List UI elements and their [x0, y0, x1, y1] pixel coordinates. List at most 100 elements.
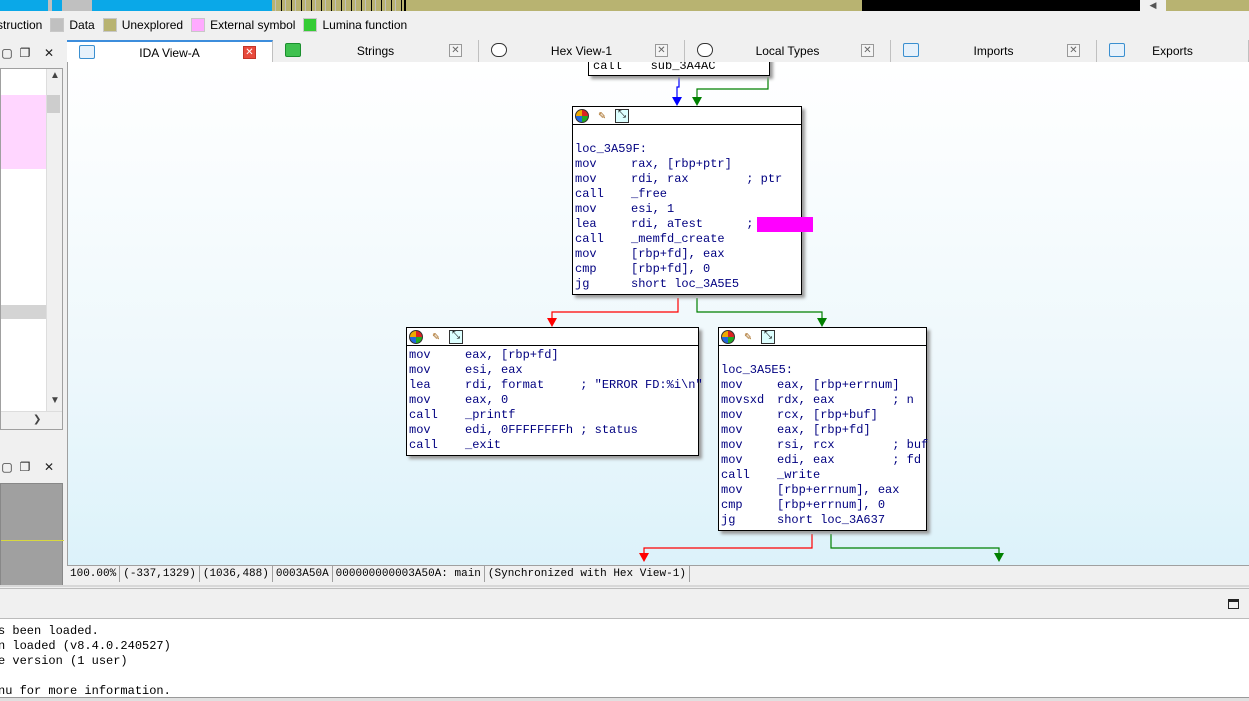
code-line[interactable]: jg short loc_3A5E5: [575, 277, 801, 292]
operands[interactable]: _write: [777, 468, 820, 482]
operands[interactable]: [rbp+errnum], eax: [777, 483, 899, 497]
code-line[interactable]: mov edi, 0FFFFFFFFh ; status: [409, 423, 698, 438]
operands[interactable]: edi, 0FFFFFFFFh ; status: [465, 423, 638, 437]
mnemonic[interactable]: mov: [575, 202, 631, 217]
tab-close-icon[interactable]: ✕: [449, 44, 462, 57]
mnemonic[interactable]: jg: [575, 277, 631, 292]
vertical-scrollbar[interactable]: ▲ ▼: [46, 69, 62, 411]
code-block-top[interactable]: call sub_3A4AC: [588, 62, 770, 76]
mnemonic[interactable]: mov: [575, 247, 631, 262]
operands[interactable]: eax, [rbp+fd]: [465, 348, 559, 362]
mnemonic[interactable]: mov: [721, 378, 777, 393]
tab-local-types[interactable]: Local Types ✕: [685, 40, 891, 62]
code-line[interactable]: mov rdi, rax ; ptr: [575, 172, 801, 187]
nav-scroll-left-icon[interactable]: ◀: [1140, 0, 1166, 11]
scroll-right-icon[interactable]: ❯: [33, 414, 41, 425]
operands[interactable]: esi, 1: [631, 202, 674, 216]
operands[interactable]: _printf: [465, 408, 515, 422]
code-line[interactable]: mov [rbp+errnum], eax: [721, 483, 926, 498]
code-block-loc-3a5e5[interactable]: ✎ ⤡ loc_3A5E5: mov eax, [rbp+errnum] movsxd…: [718, 327, 928, 531]
code-line[interactable]: [721, 348, 926, 363]
operands[interactable]: rdi, format ; "ERROR FD:%i\n": [465, 378, 703, 392]
operands[interactable]: rdx, eax ; n: [777, 393, 914, 407]
tab-close-icon[interactable]: ✕: [655, 44, 668, 57]
mnemonic[interactable]: mov: [575, 172, 631, 187]
tab-close-icon[interactable]: ✕: [1067, 44, 1080, 57]
mnemonic[interactable]: cmp: [575, 262, 631, 277]
code-line[interactable]: [575, 127, 801, 142]
navigation-band[interactable]: ◀: [0, 0, 1249, 11]
close-icon[interactable]: ✕: [42, 460, 56, 474]
mnemonic[interactable]: cmp: [721, 498, 777, 513]
output-window[interactable]: s been loaded. n loaded (v8.4.0.240527) e …: [0, 618, 1249, 698]
rename-icon[interactable]: ✎: [595, 109, 609, 123]
float-icon[interactable]: ❐: [18, 460, 32, 474]
panel-menu-icon[interactable]: ▢: [0, 460, 14, 474]
code-line[interactable]: mov edi, eax ; fd: [721, 453, 926, 468]
color-picker-icon[interactable]: [409, 330, 423, 344]
code-line[interactable]: movsxd rdx, eax ; n: [721, 393, 926, 408]
operands[interactable]: _memfd_create: [631, 232, 725, 246]
splitter[interactable]: [0, 585, 1249, 587]
operands[interactable]: edi, eax ; fd: [777, 453, 921, 467]
tab-imports[interactable]: Imports ✕: [891, 40, 1097, 62]
code-line[interactable]: call _free: [575, 187, 801, 202]
operands[interactable]: rdi, aTest ;: [631, 217, 753, 231]
mnemonic[interactable]: mov: [721, 423, 777, 438]
mnemonic[interactable]: lea: [575, 217, 631, 232]
mnemonic[interactable]: mov: [409, 363, 465, 378]
mnemonic[interactable]: mov: [721, 438, 777, 453]
operands[interactable]: short loc_3A5E5: [631, 277, 739, 291]
maximize-icon[interactable]: [1228, 599, 1239, 609]
graph-view[interactable]: call sub_3A4AC ✎ ⤡ loc_3A59F: mov rax, [rb…: [67, 62, 1249, 565]
group-nodes-icon[interactable]: ⤡: [615, 109, 629, 123]
rename-icon[interactable]: ✎: [741, 330, 755, 344]
functions-list[interactable]: ▲ ▼ ❯: [0, 68, 63, 430]
code-line[interactable]: call _memfd_create: [575, 232, 801, 247]
panel-menu-icon[interactable]: ▢: [0, 46, 14, 60]
mnemonic[interactable]: call: [721, 468, 777, 483]
operands[interactable]: eax, [rbp+fd]: [777, 423, 871, 437]
code-line[interactable]: lea rdi, format ; "ERROR FD:%i\n": [409, 378, 703, 393]
code-line[interactable]: mov rsi, rcx ; buf: [721, 438, 928, 453]
code-line[interactable]: call _exit: [409, 438, 698, 453]
mnemonic[interactable]: call: [409, 438, 465, 453]
color-picker-icon[interactable]: [721, 330, 735, 344]
operands[interactable]: short loc_3A637: [777, 513, 885, 527]
mnemonic[interactable]: call: [575, 187, 631, 202]
code-label[interactable]: loc_3A5E5:: [721, 363, 793, 377]
operands[interactable]: [rbp+errnum], 0: [777, 498, 885, 512]
tab-hex-view-1[interactable]: Hex View-1 ✕: [479, 40, 685, 62]
code-line[interactable]: mov [rbp+fd], eax: [575, 247, 801, 262]
code-line[interactable]: mov eax, [rbp+fd]: [409, 348, 698, 363]
rename-icon[interactable]: ✎: [429, 330, 443, 344]
mnemonic[interactable]: mov: [409, 348, 465, 363]
list-item[interactable]: [1, 95, 46, 169]
mnemonic[interactable]: call: [409, 408, 465, 423]
operands[interactable]: _exit: [465, 438, 501, 452]
code-line[interactable]: call _printf: [409, 408, 698, 423]
mnemonic[interactable]: mov: [721, 408, 777, 423]
group-nodes-icon[interactable]: ⤡: [449, 330, 463, 344]
code-line[interactable]: cmp [rbp+errnum], 0: [721, 498, 926, 513]
tab-exports[interactable]: Exports: [1097, 40, 1249, 62]
operands[interactable]: rsi, rcx ; buf: [777, 438, 928, 452]
mnemonic[interactable]: mov: [575, 157, 631, 172]
mnemonic[interactable]: mov: [721, 483, 777, 498]
mnemonic[interactable]: mov: [721, 453, 777, 468]
mnemonic[interactable]: movsxd: [721, 393, 777, 408]
operands[interactable]: rcx, [rbp+buf]: [777, 408, 878, 422]
operands[interactable]: esi, eax: [465, 363, 523, 377]
scroll-down-icon[interactable]: ▼: [50, 395, 60, 406]
operands[interactable]: rax, [rbp+ptr]: [631, 157, 732, 171]
operands[interactable]: [rbp+fd], 0: [631, 262, 710, 276]
operands[interactable]: rdi, rax ; ptr: [631, 172, 782, 186]
code-line[interactable]: mov eax, 0: [409, 393, 698, 408]
graph-overview[interactable]: [0, 483, 64, 587]
tab-close-icon[interactable]: ✕: [243, 46, 256, 59]
mnemonic[interactable]: mov: [409, 423, 465, 438]
scroll-up-icon[interactable]: ▲: [50, 70, 60, 81]
operands[interactable]: eax, [rbp+errnum]: [777, 378, 899, 392]
code-line[interactable]: mov eax, [rbp+fd]: [721, 423, 926, 438]
group-nodes-icon[interactable]: ⤡: [761, 330, 775, 344]
